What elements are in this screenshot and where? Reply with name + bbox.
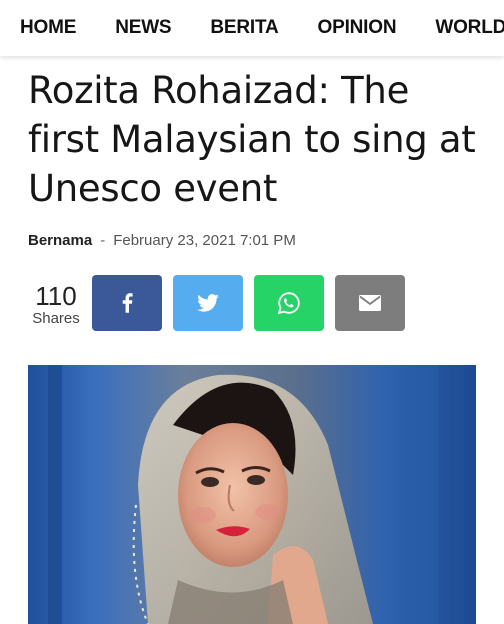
nav-world[interactable]: WORLD — [435, 17, 504, 39]
nav-news[interactable]: NEWS — [115, 17, 171, 39]
nav-berita[interactable]: BERITA — [210, 17, 278, 39]
share-count-label: Shares — [32, 310, 80, 327]
email-share-button[interactable] — [335, 275, 405, 331]
share-counter: 110 Shares — [28, 282, 84, 328]
whatsapp-share-button[interactable] — [254, 275, 324, 331]
author-name[interactable]: Bernama — [28, 232, 92, 249]
hero-image — [28, 365, 476, 624]
publish-date: February 23, 2021 7:01 PM — [113, 232, 296, 249]
byline-separator: - — [100, 232, 106, 249]
twitter-icon — [197, 294, 219, 312]
mail-icon — [359, 295, 381, 311]
twitter-share-button[interactable] — [173, 275, 243, 331]
nav-home[interactable]: HOME — [20, 17, 76, 39]
article-byline: Bernama - February 23, 2021 7:01 PM — [28, 232, 296, 249]
facebook-icon — [122, 293, 133, 313]
facebook-share-button[interactable] — [92, 275, 162, 331]
share-count-number: 110 — [35, 281, 77, 311]
article-title: Rozita Rohaizad: The first Malaysian to … — [28, 69, 476, 210]
whatsapp-icon — [277, 292, 300, 315]
nav-opinion[interactable]: OPINION — [318, 17, 397, 39]
portrait-photo — [28, 365, 476, 624]
top-navigation: HOME NEWS BERITA OPINION WORLD — [0, 0, 504, 56]
